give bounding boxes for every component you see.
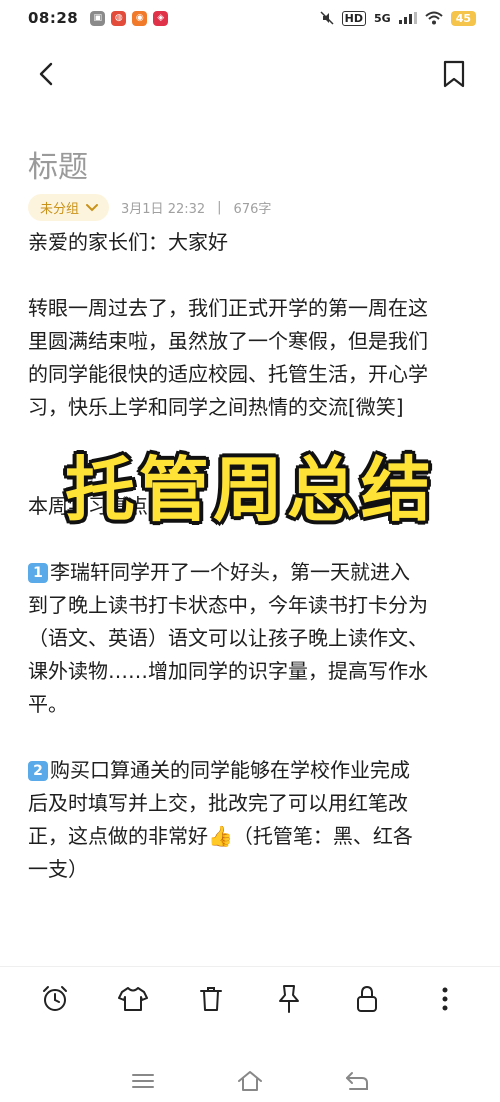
- intro-line: 的同学能很快的适应校园、托管生活，开心学: [28, 362, 428, 386]
- back-nav-button[interactable]: [339, 1065, 375, 1097]
- group-label: 未分组: [40, 202, 80, 217]
- item2-line: 2 购买口算通关的同学能够在学校作业完成: [28, 754, 478, 787]
- item1-line: （语文、英语）语文可以让孩子晚上读作文、: [28, 626, 428, 650]
- alarm-icon: [43, 985, 67, 1011]
- mute-icon: [320, 11, 334, 25]
- note-meta: 未分组 3月1日 22:32 | 676字: [28, 194, 271, 221]
- back-arrow-icon: [345, 1072, 368, 1090]
- system-nav-bar: [0, 1060, 500, 1102]
- battery-indicator: 45: [450, 10, 476, 26]
- editor-toolbar: [0, 966, 500, 1030]
- status-app-icons: ▣ ◍ ◉ ◈: [90, 10, 169, 26]
- hd-icon: HD: [341, 10, 366, 26]
- greeting-line: 亲爱的家长们：大家好: [28, 230, 228, 254]
- shirt-icon: [118, 986, 148, 1011]
- delete-button[interactable]: [191, 979, 231, 1019]
- app-notification-icon: ◈: [153, 10, 169, 26]
- meta-separator: |: [217, 200, 222, 215]
- intro-line: 里圆满结束啦，虽然放了一个寒假，但是我们: [28, 329, 428, 353]
- app-notification-icon: ◉: [132, 10, 148, 26]
- group-selector[interactable]: 未分组: [28, 194, 110, 221]
- wifi-icon: [425, 11, 443, 25]
- item1-line: 课外读物……增加同学的识字量，提高写作水: [28, 659, 428, 683]
- menu-icon: [132, 1074, 155, 1088]
- signal-icon: [398, 12, 417, 24]
- note-body[interactable]: 亲爱的家长们：大家好 转眼一周过去了，我们正式开学的第一周在这 里圆满结束啦，虽…: [28, 226, 478, 886]
- lock-icon: [357, 985, 377, 1012]
- pin-button[interactable]: [269, 979, 309, 1019]
- item2-line: 一支）: [28, 857, 88, 881]
- intro-line: 习，快乐上学和同学之间热情的交流[微笑]: [28, 395, 404, 419]
- trash-icon: [200, 986, 222, 1011]
- more-icon: [442, 987, 448, 1010]
- bookmark-icon: [443, 60, 465, 88]
- theme-button[interactable]: [113, 979, 153, 1019]
- banner-title: 托管周总结: [63, 447, 435, 533]
- status-bar: 08:28 ▣ ◍ ◉ ◈ HD 5G 45: [0, 0, 500, 36]
- home-button[interactable]: [232, 1065, 268, 1097]
- top-bar: [0, 52, 500, 96]
- lock-button[interactable]: [347, 979, 387, 1019]
- chevron-left-icon: [39, 62, 53, 86]
- item1-line: 1 李瑞轩同学开了一个好头，第一天就进入: [28, 556, 478, 589]
- number-one-badge: 1: [28, 563, 48, 583]
- back-button[interactable]: [28, 56, 64, 92]
- item1-line: 到了晚上读书打卡状态中，今年读书打卡分为: [28, 593, 428, 617]
- pin-icon: [279, 984, 299, 1013]
- status-indicators: HD 5G 45: [320, 10, 476, 26]
- item2-line: 正，这点做的非常好👍（托管笔：黑、红各: [28, 824, 413, 848]
- item1-line: 平。: [28, 692, 68, 716]
- note-title[interactable]: 标题: [28, 142, 88, 186]
- word-count: 676字: [233, 202, 272, 217]
- recent-apps-button[interactable]: [125, 1065, 161, 1097]
- intro-line: 转眼一周过去了，我们正式开学的第一周在这: [28, 296, 428, 320]
- item2-line: 后及时填写并上交，批改完了可以用红笔改: [28, 791, 408, 815]
- network-label: 5G: [374, 11, 391, 25]
- status-time: 08:28: [28, 9, 79, 27]
- app-notification-icon: ▣: [90, 10, 106, 26]
- number-two-badge: 2: [28, 761, 48, 781]
- note-date: 3月1日 22:32: [121, 202, 206, 217]
- overlay-banner: 托管周总结: [0, 424, 500, 544]
- home-icon: [237, 1071, 262, 1091]
- app-notification-icon: ◍: [111, 10, 127, 26]
- chevron-down-icon: [86, 203, 99, 211]
- bookmark-button[interactable]: [436, 56, 472, 92]
- reminder-button[interactable]: [35, 979, 75, 1019]
- more-button[interactable]: [425, 979, 465, 1019]
